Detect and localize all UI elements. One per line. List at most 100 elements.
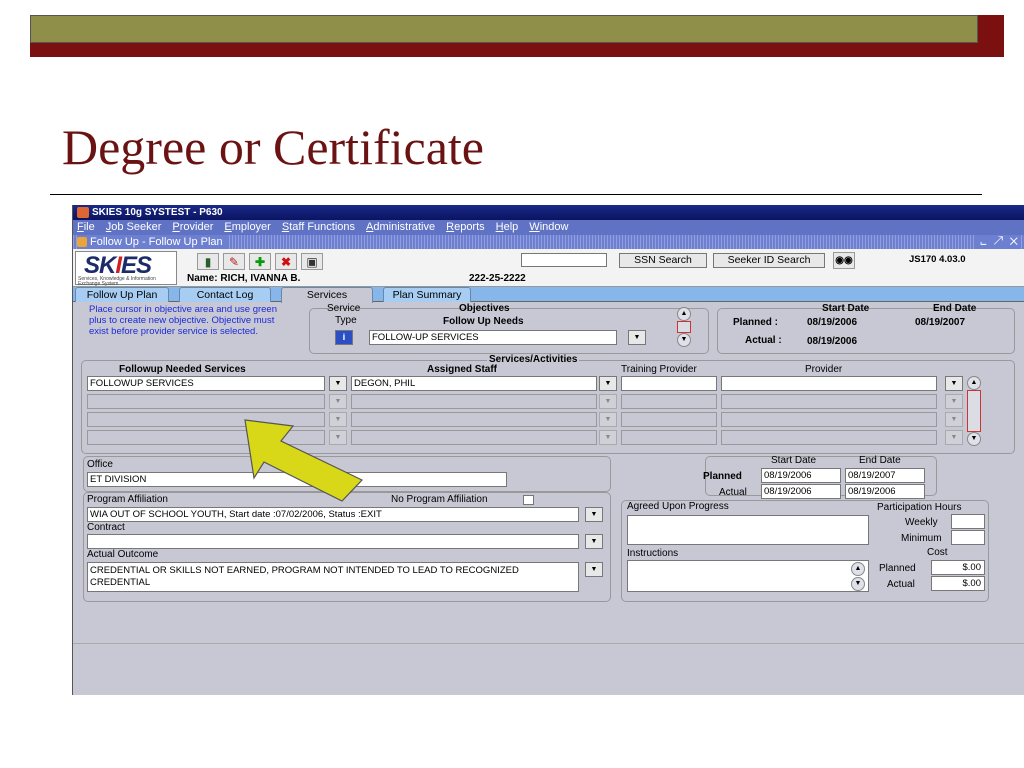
actual-label: Actual : xyxy=(745,335,782,346)
ssn-search-button[interactable]: SSN Search xyxy=(619,253,707,268)
menu-job-seeker[interactable]: Job Seeker xyxy=(106,220,162,235)
objective-dropdown[interactable]: ▼ xyxy=(628,330,646,345)
row4-staff-dropdown[interactable]: ▼ xyxy=(599,430,617,445)
actual-outcome-dropdown[interactable]: ▼ xyxy=(585,562,603,577)
menu-file[interactable]: File xyxy=(77,220,95,235)
row2-staff-dropdown[interactable]: ▼ xyxy=(599,394,617,409)
seeker-id-search-button[interactable]: Seeker ID Search xyxy=(713,253,825,268)
chevron-down-icon: ▼ xyxy=(604,416,612,423)
row2-service-dropdown[interactable]: ▼ xyxy=(329,394,347,409)
weekly-hours-field[interactable] xyxy=(951,514,985,529)
service-type-label-2: Type xyxy=(335,315,357,326)
instructions-scroll-up[interactable]: ▲ xyxy=(851,562,865,576)
actual-cost-field[interactable]: $.00 xyxy=(931,576,985,591)
instructions-label: Instructions xyxy=(627,548,679,559)
tab-plan-summary[interactable]: Plan Summary xyxy=(383,287,471,302)
menu-employer[interactable]: Employer xyxy=(224,220,270,235)
menu-window[interactable]: Window xyxy=(529,220,568,235)
row2-provider-dropdown[interactable]: ▼ xyxy=(945,394,963,409)
objective-field[interactable]: FOLLOW-UP SERVICES xyxy=(369,330,617,345)
row4-provider-dropdown[interactable]: ▼ xyxy=(945,430,963,445)
row1-provider-field[interactable] xyxy=(721,376,937,391)
add-button[interactable]: ✚ xyxy=(249,253,271,270)
row2-service-field[interactable] xyxy=(87,394,325,409)
menu-reports[interactable]: Reports xyxy=(446,220,485,235)
row3-service-field[interactable] xyxy=(87,412,325,427)
menu-provider[interactable]: Provider xyxy=(172,220,213,235)
service-planned-end-field[interactable]: 08/19/2007 xyxy=(845,468,925,483)
row3-training-field[interactable] xyxy=(621,412,717,427)
office-label: Office xyxy=(87,459,113,470)
seeker-ssn: 222-25-2222 xyxy=(469,273,526,284)
row3-service-dropdown[interactable]: ▼ xyxy=(329,412,347,427)
row1-service-dropdown[interactable]: ▼ xyxy=(329,376,347,391)
row1-service-field[interactable]: FOLLOWUP SERVICES xyxy=(87,376,325,391)
service-actual-end-field[interactable]: 08/19/2006 xyxy=(845,484,925,499)
col-provider: Provider xyxy=(805,364,843,375)
services-scrollbar[interactable] xyxy=(967,390,981,432)
planned-cost-field[interactable]: $.00 xyxy=(931,560,985,575)
instructions-field[interactable] xyxy=(627,560,869,592)
tab-services[interactable]: Services xyxy=(281,287,373,303)
door-icon: ▮ xyxy=(204,254,212,269)
row2-training-field[interactable] xyxy=(621,394,717,409)
chevron-down-icon: ▼ xyxy=(590,511,598,518)
row3-provider-field[interactable] xyxy=(721,412,937,427)
row1-provider-dropdown[interactable]: ▼ xyxy=(945,376,963,391)
menu-help[interactable]: Help xyxy=(496,220,519,235)
actual-outcome-field[interactable]: CREDENTIAL OR SKILLS NOT EARNED, PROGRAM… xyxy=(87,562,579,592)
tab-contact-log[interactable]: Contact Log xyxy=(179,287,271,302)
chevron-down-icon: ▼ xyxy=(334,380,342,387)
slide-title: Degree or Certificate xyxy=(62,119,484,175)
window-controls[interactable]: ⨽ ↗ ✕ xyxy=(976,235,1020,249)
contract-dropdown[interactable]: ▼ xyxy=(585,534,603,549)
planned-label: Planned : xyxy=(733,317,779,328)
objective-scroll-up[interactable]: ▲ xyxy=(677,307,691,321)
office-field[interactable]: ET DIVISION xyxy=(87,472,507,487)
program-affiliation-field[interactable]: WIA OUT OF SCHOOL YOUTH, Start date :07/… xyxy=(87,507,579,522)
objective-scroll-down[interactable]: ▼ xyxy=(677,333,691,347)
row4-training-field[interactable] xyxy=(621,430,717,445)
search-input[interactable] xyxy=(521,253,607,267)
menu-administrative[interactable]: Administrative xyxy=(366,220,435,235)
service-type-icon[interactable]: i xyxy=(335,330,353,345)
row3-provider-dropdown[interactable]: ▼ xyxy=(945,412,963,427)
tab-follow-up-plan[interactable]: Follow Up Plan xyxy=(75,287,169,302)
menu-staff-functions[interactable]: Staff Functions xyxy=(282,220,355,235)
instructions-scroll-down[interactable]: ▼ xyxy=(851,577,865,591)
row1-staff-dropdown[interactable]: ▼ xyxy=(599,376,617,391)
services-scroll-down[interactable]: ▼ xyxy=(967,432,981,446)
planned-end-date: 08/19/2007 xyxy=(915,317,966,328)
no-program-affiliation-checkbox[interactable] xyxy=(523,495,534,505)
exit-door-button[interactable]: ▮ xyxy=(197,253,219,270)
contract-field[interactable] xyxy=(87,534,579,549)
objective-scrollbar[interactable] xyxy=(677,321,691,333)
agreed-progress-field[interactable] xyxy=(627,515,869,545)
chevron-down-icon: ▼ xyxy=(334,398,342,405)
service-type-label-1: Service xyxy=(327,303,361,314)
save-button[interactable]: ▣ xyxy=(301,253,323,270)
col-training-provider: Training Provider xyxy=(621,364,697,375)
row4-staff-field[interactable] xyxy=(351,430,597,445)
services-scroll-up[interactable]: ▲ xyxy=(967,376,981,390)
row2-staff-field[interactable] xyxy=(351,394,597,409)
row3-staff-dropdown[interactable]: ▼ xyxy=(599,412,617,427)
service-actual-start-field[interactable]: 08/19/2006 xyxy=(761,484,841,499)
row1-training-field[interactable] xyxy=(621,376,717,391)
no-program-affiliation-label: No Program Affiliation xyxy=(391,494,488,505)
chevron-up-icon: ▲ xyxy=(854,565,862,572)
minimum-hours-field[interactable] xyxy=(951,530,985,545)
row4-service-dropdown[interactable]: ▼ xyxy=(329,430,347,445)
row2-provider-field[interactable] xyxy=(721,394,937,409)
instructions-hint: Place cursor in objective area and use g… xyxy=(89,304,278,337)
row4-service-field[interactable] xyxy=(87,430,325,445)
row1-staff-field[interactable]: DEGON, PHIL xyxy=(351,376,597,391)
binoculars-button[interactable]: ◉◉ xyxy=(833,252,855,269)
edit-button[interactable]: ✎ xyxy=(223,253,245,270)
program-affiliation-dropdown[interactable]: ▼ xyxy=(585,507,603,522)
delete-button[interactable]: ✖ xyxy=(275,253,297,270)
objectives-subtitle: Follow Up Needs xyxy=(443,316,524,327)
service-planned-start-field[interactable]: 08/19/2006 xyxy=(761,468,841,483)
row3-staff-field[interactable] xyxy=(351,412,597,427)
row4-provider-field[interactable] xyxy=(721,430,937,445)
